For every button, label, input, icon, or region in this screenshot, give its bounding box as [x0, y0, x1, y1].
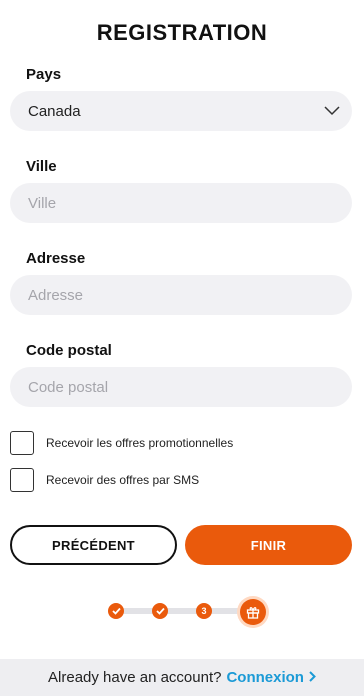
postal-code-label: Code postal: [26, 342, 112, 359]
city-input[interactable]: [28, 194, 352, 212]
address-input[interactable]: [28, 286, 352, 304]
stepper-track: [116, 608, 260, 614]
sms-offers-label: Recevoir des offres par SMS: [46, 473, 200, 487]
postal-code-field[interactable]: [10, 367, 352, 407]
postal-code-input[interactable]: [28, 378, 352, 396]
step-gift: [240, 599, 266, 625]
login-footer: Already have an account? Connexion: [0, 659, 364, 696]
chevron-down-icon: [312, 91, 352, 131]
address-field[interactable]: [10, 275, 352, 315]
address-label: Adresse: [26, 250, 86, 267]
step-1-done: [108, 603, 124, 619]
chevron-right-icon[interactable]: [309, 669, 316, 686]
page-title: REGISTRATION: [96, 20, 268, 45]
country-select-value: Canada: [28, 102, 81, 120]
progress-stepper: 3: [106, 598, 266, 626]
footer-text: Already have an account?: [48, 669, 222, 686]
sms-offers-checkbox[interactable]: [10, 468, 34, 492]
finish-button[interactable]: FINIR: [185, 525, 352, 565]
promo-offers-label: Recevoir les offres promotionnelles: [46, 436, 234, 450]
check-icon: [155, 607, 165, 615]
step-2-done: [152, 603, 168, 619]
promo-offers-option[interactable]: Recevoir les offres promotionnelles: [10, 431, 233, 455]
sms-offers-option[interactable]: Recevoir des offres par SMS: [10, 468, 199, 492]
city-field[interactable]: [10, 183, 352, 223]
country-label: Pays: [26, 66, 62, 83]
country-select[interactable]: Canada: [10, 91, 352, 131]
step-3-current: 3: [196, 603, 212, 619]
city-label: Ville: [26, 158, 57, 175]
promo-offers-checkbox[interactable]: [10, 431, 34, 455]
gift-icon: [246, 607, 260, 619]
login-link[interactable]: Connexion: [226, 669, 304, 686]
check-icon: [111, 607, 121, 615]
previous-button[interactable]: PRÉCÉDENT: [10, 525, 177, 565]
